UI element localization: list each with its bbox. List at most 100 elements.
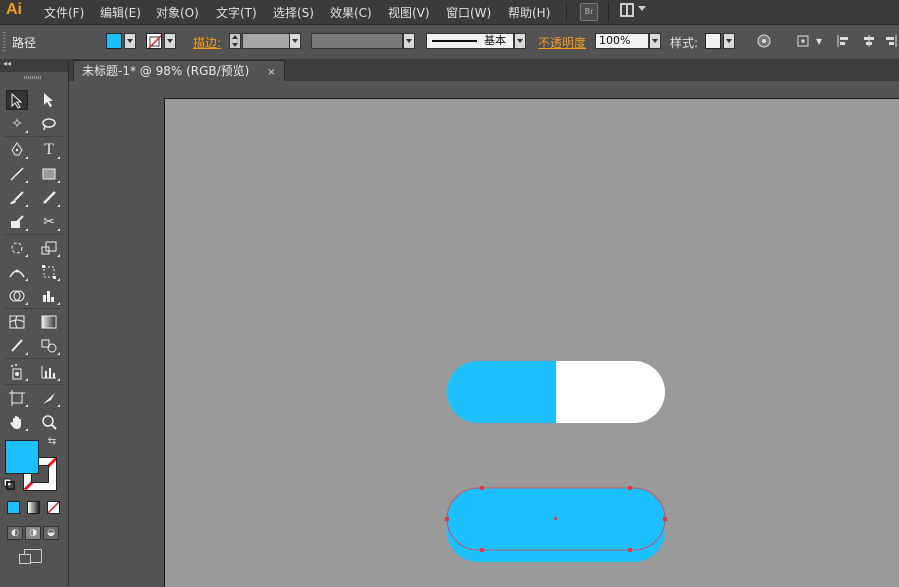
document-tab[interactable]: 未标题-1* @ 98% (RGB/预览) × [73,60,285,81]
toolbar-divider [4,384,62,385]
document-tab-bar: 未标题-1* @ 98% (RGB/预览) × [69,60,899,81]
paintbrush-tool-icon[interactable] [6,188,28,208]
app-logo: Ai [6,1,22,18]
stroke-color-swatch[interactable] [146,33,162,49]
brush-dropdown[interactable] [514,33,526,49]
style-label: 样式: [670,36,699,50]
bridge-icon[interactable]: Br [580,3,598,21]
color-mode-button[interactable] [7,501,20,514]
menu-effect[interactable]: 效果(C) [330,4,372,21]
capsule-top-right-half [556,361,665,423]
variable-width-profile-select[interactable] [311,33,403,49]
document-tab-title: 未标题-1* @ 98% (RGB/预览) [82,64,250,78]
scale-tool-icon[interactable] [38,238,60,258]
stroke-weight-dropdown[interactable] [289,33,301,49]
fill-color-swatch[interactable] [106,33,122,49]
graphic-style-swatch[interactable] [705,33,721,49]
stroke-weight-stepper[interactable] [229,33,241,49]
scissors-tool-icon[interactable]: ✂ [38,212,60,232]
transform-reference-icon[interactable] [796,34,810,48]
none-mode-button[interactable] [47,501,60,514]
artboard[interactable] [164,98,899,587]
rotate-tool-icon[interactable] [6,238,28,258]
selection-type-label: 路径 [12,36,37,50]
gradient-mode-button[interactable] [27,501,40,514]
opacity-label[interactable]: 不透明度 [538,34,586,51]
slice-tool-icon[interactable] [38,388,60,408]
fill-swatch[interactable] [5,440,39,474]
toolbar-divider [4,136,62,137]
chevron-down-icon[interactable]: ▾ [812,34,826,48]
type-tool-icon[interactable]: T [38,140,60,160]
draw-normal-button[interactable]: ◐ [7,526,23,540]
lasso-tool-icon[interactable] [38,114,60,134]
fill-dropdown-button[interactable] [124,33,136,49]
tools-panel-header[interactable]: ◂◂ [0,59,68,72]
menu-window[interactable]: 窗口(W) [446,4,491,21]
eyedropper-tool-icon[interactable] [6,336,28,356]
toolbar-divider [4,358,62,359]
artboard-tool-icon[interactable] [6,388,28,408]
brush-name: 基本 [484,34,506,47]
menu-file[interactable]: 文件(F) [44,4,84,21]
menu-separator [566,2,567,22]
mesh-tool-icon[interactable] [6,312,28,332]
pen-tool-icon[interactable] [6,140,28,160]
menu-select[interactable]: 选择(S) [273,4,314,21]
canvas-area[interactable] [69,81,899,587]
opacity-dropdown[interactable] [649,33,661,49]
tools-panel: ◂◂ ✧ T ✂ ⇆ ◐ ◑ ◒ [0,59,69,586]
artwork-layer[interactable] [165,99,899,587]
toolbar-divider [4,308,62,309]
menu-edit[interactable]: 编辑(E) [100,4,141,21]
zoom-tool-icon[interactable] [38,412,60,432]
symbol-sprayer-tool-icon[interactable] [6,362,28,382]
line-segment-tool-icon[interactable] [6,164,28,184]
menu-view[interactable]: 视图(V) [388,4,430,21]
capsule-top[interactable] [447,361,665,423]
direct-selection-tool-icon[interactable] [38,90,60,110]
collapse-panel-icon[interactable]: ◂◂ [3,59,11,68]
magic-wand-tool-icon[interactable]: ✧ [6,114,28,134]
menu-help[interactable]: 帮助(H) [508,4,550,21]
align-left-icon[interactable] [836,34,850,48]
align-center-icon[interactable] [862,34,876,48]
capsule-top-left-half [447,361,479,423]
workspace-layout-icon[interactable] [620,3,634,17]
free-transform-tool-icon[interactable] [38,262,60,282]
panel-grip[interactable] [3,32,6,52]
shape-builder-tool-icon[interactable] [6,286,28,306]
swap-fill-stroke-icon[interactable]: ⇆ [46,436,58,448]
control-bar: 路径 描边: 基本 不透明度 100% 样式: ▾ [0,25,899,60]
brush-stroke-preview [432,40,477,42]
width-tool-icon[interactable] [6,262,28,282]
rectangle-tool-icon[interactable] [38,164,60,184]
graphic-style-dropdown[interactable] [723,33,735,49]
menu-object[interactable]: 对象(O) [156,4,199,21]
pencil-tool-icon[interactable] [38,188,60,208]
blob-brush-tool-icon[interactable] [6,212,28,232]
default-fill-stroke-icon[interactable] [3,478,15,490]
hand-tool-icon[interactable] [6,412,28,432]
selection-tool-icon[interactable] [6,90,28,110]
menu-type[interactable]: 文字(T) [216,4,257,21]
column-graph-tool-icon[interactable] [38,286,60,306]
align-right-icon[interactable] [884,34,898,48]
capsule-top-left-fill [478,361,556,423]
draw-behind-button[interactable]: ◑ [25,526,41,540]
capsule-bottom[interactable] [445,486,667,562]
draw-inside-button[interactable]: ◒ [43,526,59,540]
recolor-artwork-icon[interactable] [757,34,771,48]
profile-dropdown[interactable] [403,33,415,49]
blend-tool-icon[interactable] [38,336,60,356]
stroke-dropdown-button[interactable] [164,33,176,49]
change-screen-mode-icon[interactable] [19,549,42,564]
gradient-tool-icon[interactable] [38,312,60,332]
bar-graph-tool-icon[interactable] [38,362,60,382]
panel-grip[interactable] [24,76,42,79]
close-icon[interactable]: × [267,67,275,78]
stroke-weight-input[interactable] [242,33,290,49]
chevron-down-icon[interactable] [638,6,646,11]
opacity-input[interactable]: 100% [595,33,649,49]
stroke-weight-label[interactable]: 描边: [193,34,221,51]
